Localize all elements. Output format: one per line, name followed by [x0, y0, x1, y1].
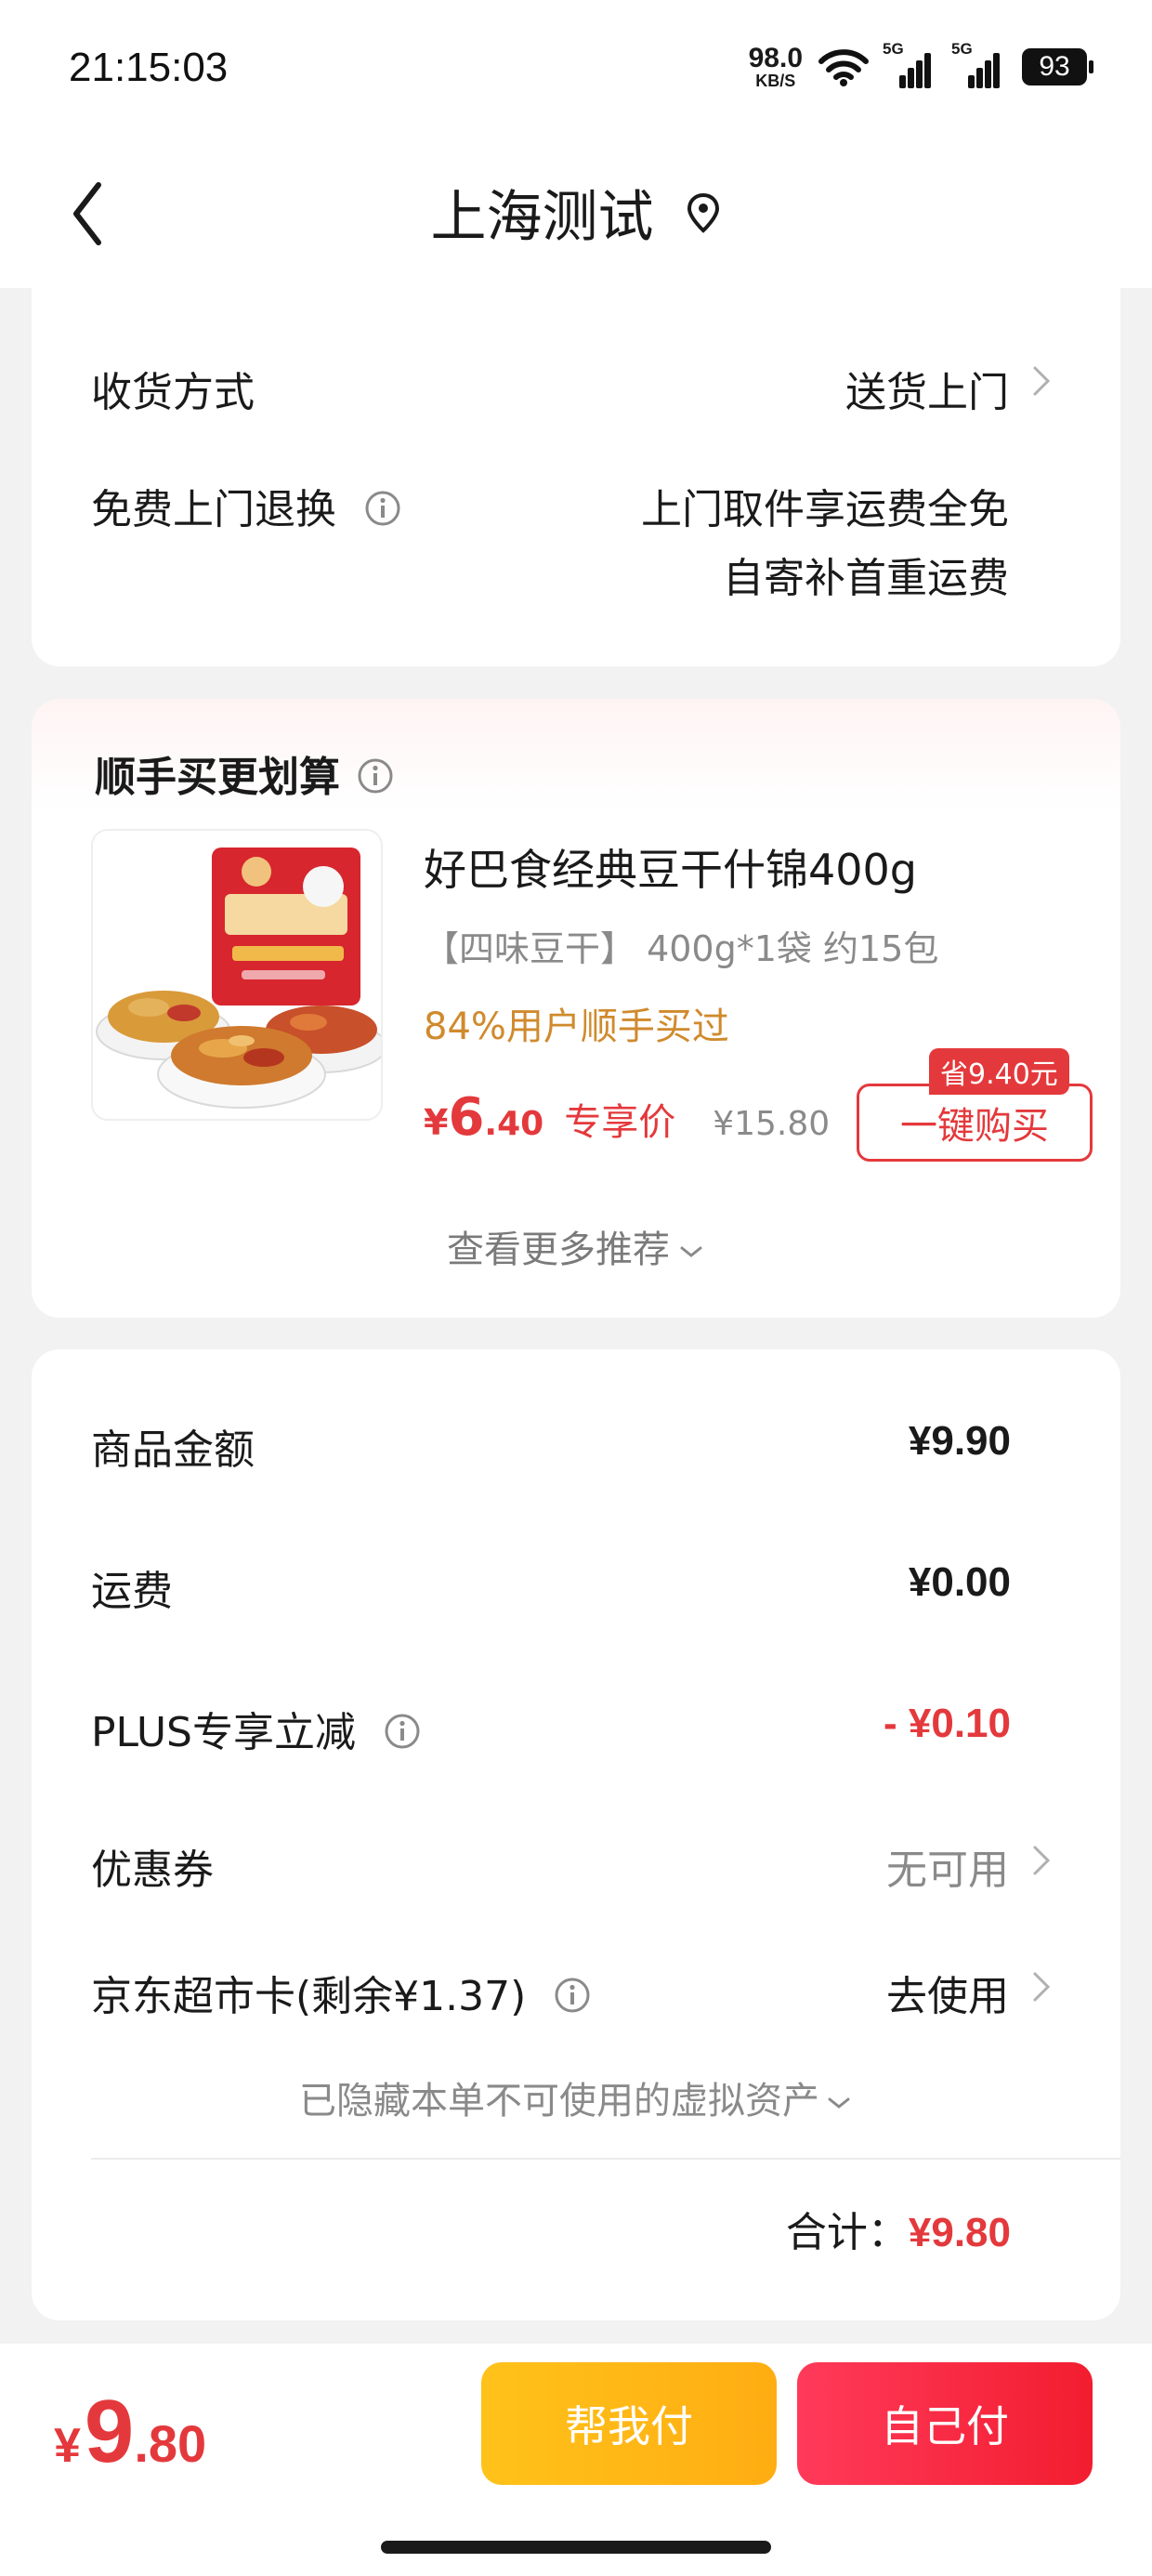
product-name[interactable]: 好巴食经典豆干什锦400g	[424, 836, 917, 898]
chevron-right-icon[interactable]	[1029, 362, 1054, 400]
goods-amount-value: ¥9.90	[908, 1418, 1011, 1464]
info-icon[interactable]	[364, 490, 401, 527]
product-spec[interactable]: 【四味豆干】 400g*1袋 约15包	[424, 920, 938, 971]
status-icons: 98.0 KB/S 5G 5G 93	[748, 40, 1093, 93]
recommendation-card: 顺手买更划算 好巴食经典豆干什锦400g 【四味豆干】 400g*1袋 约15包…	[32, 699, 1120, 1318]
order-summary-card: 商品金额 ¥9.90 运费 ¥0.00 PLUS专享立减 - ¥0.10 优惠券…	[32, 1349, 1120, 2320]
price-currency: ¥	[424, 1102, 449, 1143]
delivery-method-value[interactable]: 送货上门	[845, 359, 1009, 418]
location-pin-icon	[687, 192, 719, 233]
page-title: 上海测试	[430, 185, 654, 250]
free-return-value: 上门取件享运费全免 自寄补首重运费	[641, 476, 1009, 613]
hidden-assets-toggle[interactable]: 已隐藏本单不可使用的虚拟资产	[32, 2070, 1120, 2124]
free-return-row: 免费上门退换	[91, 476, 401, 535]
total-value: ¥9.80	[908, 2210, 1011, 2255]
signal-icon-2: 5G	[951, 40, 1007, 88]
nav-title-wrap[interactable]: 上海测试	[0, 172, 1152, 253]
divider	[91, 2158, 1120, 2160]
info-icon[interactable]	[357, 757, 394, 795]
info-icon[interactable]	[384, 1713, 421, 1750]
net-speed-value: 98.0	[748, 43, 803, 73]
shipping-label: 运费	[91, 1568, 173, 1615]
net-speed-unit: KB/S	[755, 72, 796, 90]
free-return-label: 免费上门退换	[91, 486, 336, 533]
status-time: 21:15:03	[69, 45, 229, 90]
goods-amount-label: 商品金额	[91, 1426, 255, 1474]
chevron-down-icon	[828, 2097, 850, 2109]
more-recommendations-link[interactable]: 查看更多推荐	[32, 1219, 1120, 1273]
bottom-price-decimal: .80	[134, 2414, 207, 2473]
battery-icon: 93	[1022, 48, 1093, 85]
bottom-bar: ¥ 9 .80 帮我付 自己付	[0, 2344, 1152, 2576]
pay-myself-button[interactable]: 自己付	[797, 2362, 1093, 2485]
price-decimal: .40	[484, 1105, 544, 1143]
help-me-pay-button[interactable]: 帮我付	[481, 2362, 777, 2485]
bottom-price-currency: ¥	[54, 2419, 81, 2473]
save-badge: 省9.40元	[929, 1048, 1069, 1095]
total-label: 合计：	[785, 2209, 909, 2256]
net-speed: 98.0 KB/S	[748, 43, 803, 90]
product-image-graphic	[93, 831, 381, 1119]
chevron-down-icon	[680, 1246, 702, 1257]
delivery-method-label: 收货方式	[91, 369, 255, 416]
delivery-card: 收货方式 送货上门 免费上门退换 上门取件享运费全免 自寄补首重运费	[32, 288, 1120, 666]
bottom-price-integer: 9	[84, 2382, 135, 2481]
chevron-right-icon[interactable]	[1029, 1968, 1054, 2005]
product-bought-rate: 84%用户顺手买过	[424, 1005, 729, 1048]
plus-discount-label: PLUS专享立减	[91, 1709, 356, 1756]
home-indicator[interactable]	[381, 2541, 771, 2554]
original-price: ¥15.80	[713, 1105, 831, 1143]
signal-icon-1: 5G	[883, 40, 938, 88]
status-bar: 21:15:03 98.0 KB/S 5G 5G 93	[0, 0, 1152, 135]
info-icon[interactable]	[554, 1977, 591, 2014]
total-row: 合计：¥9.80	[786, 2199, 1011, 2258]
free-return-line-2: 自寄补首重运费	[723, 555, 1009, 602]
coupon-label: 优惠券	[91, 1847, 214, 1894]
plus-discount-row: PLUS专享立减	[91, 1699, 421, 1758]
shipping-value: ¥0.00	[908, 1559, 1011, 1605]
wifi-icon	[818, 49, 869, 86]
price-integer: 6	[448, 1087, 485, 1148]
bottom-total-price: ¥ 9 .80	[54, 2381, 206, 2483]
product-image[interactable]	[91, 829, 383, 1121]
recommendation-title: 顺手买更划算	[95, 743, 394, 803]
supermarket-card-value[interactable]: 去使用	[886, 1963, 1009, 2022]
nav-bar: 上海测试	[0, 135, 1152, 288]
one-click-buy-button[interactable]: 一键购买	[857, 1084, 1093, 1162]
plus-discount-value: - ¥0.10	[884, 1701, 1011, 1746]
free-return-line-1: 上门取件享运费全免	[641, 486, 1009, 533]
chevron-right-icon[interactable]	[1029, 1842, 1054, 1879]
product-price-row: ¥ 6 .40 专享价 ¥15.80	[424, 1087, 831, 1148]
exclusive-price-label: 专享价	[564, 1101, 676, 1144]
coupon-value[interactable]: 无可用	[886, 1836, 1009, 1896]
supermarket-card-row: 京东超市卡(剩余¥1.37)	[91, 1963, 591, 2022]
supermarket-card-label: 京东超市卡(剩余¥1.37)	[91, 1973, 527, 2020]
